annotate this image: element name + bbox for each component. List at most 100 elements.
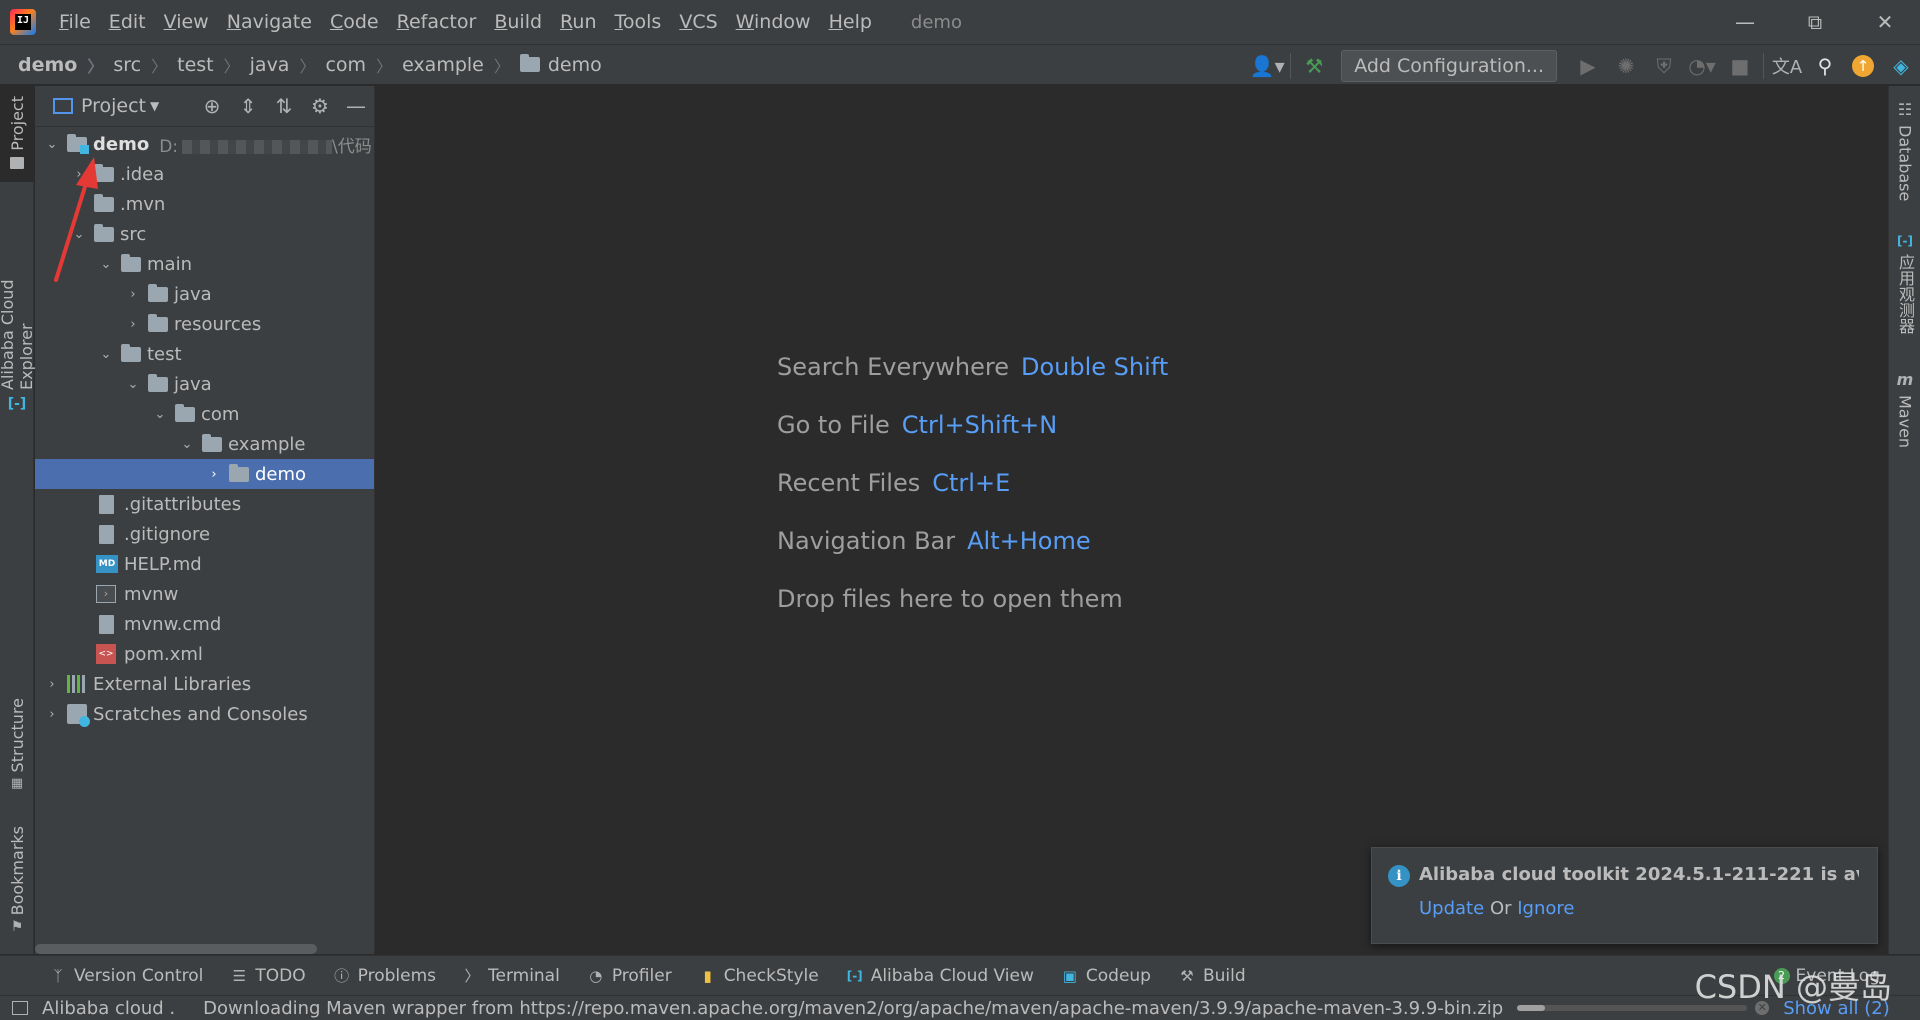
translate-icon[interactable]: 文A (1768, 45, 1806, 86)
hint-recent-files: Recent Files Ctrl+E (777, 468, 1168, 526)
tree-node-com[interactable]: ⌄ com (35, 399, 374, 429)
tab-alibaba-cloud-explorer[interactable]: Alibaba Cloud Explorer [-] (0, 212, 36, 412)
update-icon[interactable]: ↑ (1844, 45, 1882, 86)
minimize-button[interactable]: — (1710, 0, 1780, 44)
chevron-right-icon[interactable]: › (45, 707, 59, 722)
tool-codeup[interactable]: ▣ Codeup (1062, 966, 1151, 986)
tree-node-test-java[interactable]: ⌄ java (35, 369, 374, 399)
update-link[interactable]: Update (1419, 898, 1484, 919)
profile-icon[interactable]: ◔▾ (1683, 45, 1721, 86)
breadcrumb-example[interactable]: example 〉 (392, 53, 510, 77)
breadcrumb-com[interactable]: com 〉 (315, 53, 392, 77)
menu-window[interactable]: Window (727, 0, 820, 44)
chevron-down-icon[interactable]: ⌄ (99, 347, 113, 362)
tree-node-external-libraries[interactable]: › External Libraries (35, 669, 374, 699)
chevron-right-icon[interactable]: › (126, 317, 140, 332)
breadcrumb-test[interactable]: test 〉 (167, 53, 240, 77)
tool-todo[interactable]: ☰ TODO (231, 966, 306, 986)
debug-icon[interactable]: ✺ (1607, 45, 1645, 86)
chevron-right-icon[interactable]: › (126, 287, 140, 302)
redacted-path (182, 139, 333, 154)
tree-node-demo-package[interactable]: › demo (35, 459, 374, 489)
tree-node-pom-xml[interactable]: <> pom.xml (35, 639, 374, 669)
tab-app-observer[interactable]: [-] 应用观测器 (1889, 234, 1920, 334)
project-view-selector[interactable]: Project (81, 95, 146, 117)
hint-label: Recent Files (777, 469, 921, 497)
chevron-down-icon[interactable]: ⌄ (45, 137, 59, 152)
library-icon (67, 675, 87, 693)
tree-node-mvnw-cmd[interactable]: mvnw.cmd (35, 609, 374, 639)
tree-node-gitignore[interactable]: .gitignore (35, 519, 374, 549)
menu-help[interactable]: Help (820, 0, 881, 44)
collapse-all-icon[interactable]: ⇅ (266, 94, 302, 118)
tool-problems[interactable]: ⓘ Problems (334, 966, 436, 986)
horizontal-scrollbar[interactable] (35, 944, 317, 954)
menu-run[interactable]: Run (551, 0, 605, 44)
menu-tools[interactable]: Tools (606, 0, 671, 44)
tool-terminal[interactable]: 〉 Terminal (464, 965, 560, 986)
tree-node-help-md[interactable]: MD HELP.md (35, 549, 374, 579)
breadcrumb-demo-package[interactable]: demo (510, 54, 602, 76)
hide-panel-icon[interactable]: — (338, 94, 374, 118)
chevron-down-icon[interactable]: ⌄ (126, 377, 140, 392)
coverage-icon[interactable]: ⛨ (1645, 45, 1683, 86)
breadcrumb-java[interactable]: java 〉 (240, 53, 316, 77)
breadcrumb-src[interactable]: src 〉 (103, 53, 167, 77)
tree-node-test[interactable]: ⌄ test (35, 339, 374, 369)
codeup-icon: ▣ (1062, 966, 1077, 985)
search-icon[interactable]: ⚲ (1806, 45, 1844, 86)
tab-database[interactable]: ☷ Database (1889, 100, 1920, 201)
gear-icon[interactable]: ⚙ (302, 94, 338, 118)
tool-profiler[interactable]: ◔ Profiler (588, 966, 671, 986)
chevron-down-icon[interactable]: ⌄ (180, 437, 194, 452)
tool-alibaba-cloud-view[interactable]: [-] Alibaba Cloud View (847, 966, 1034, 986)
menu-file[interactable]: File (50, 0, 100, 44)
tree-node-mvnw[interactable]: › mvnw (35, 579, 374, 609)
editor-area[interactable]: Search Everywhere Double Shift Go to File… (376, 86, 1887, 954)
locate-file-icon[interactable]: ⊕ (194, 94, 230, 118)
tab-project[interactable]: Project (0, 86, 34, 182)
tool-label: Terminal (487, 965, 560, 986)
tab-maven[interactable]: m Maven (1889, 370, 1920, 448)
tool-checkstyle[interactable]: ▮ CheckStyle (700, 966, 819, 986)
chevron-down-icon[interactable]: ▼ (150, 99, 159, 113)
menu-vcs[interactable]: VCS (670, 0, 726, 44)
add-configuration-button[interactable]: Add Configuration... (1341, 49, 1557, 82)
run-icon[interactable]: ▶ (1569, 45, 1607, 86)
project-view-icon (53, 98, 73, 114)
menu-edit[interactable]: Edit (100, 0, 155, 44)
tree-node-resources[interactable]: › resources (35, 309, 374, 339)
chevron-right-icon[interactable]: › (45, 677, 59, 692)
folder-icon (121, 343, 141, 362)
code-with-me-icon[interactable]: ◈ (1882, 45, 1920, 86)
tab-bookmarks-label: Bookmarks (7, 826, 27, 916)
notification-actions: Update Or Ignore (1419, 898, 1574, 919)
restore-button[interactable]: ⧉ (1780, 0, 1850, 44)
menu-navigate[interactable]: Navigate (218, 0, 321, 44)
account-icon[interactable]: 👤▾ (1248, 45, 1286, 86)
chevron-right-icon[interactable]: › (207, 467, 221, 482)
tree-node-scratches[interactable]: › Scratches and Consoles (35, 699, 374, 729)
close-button[interactable]: ✕ (1850, 0, 1920, 44)
tree-node-label: .idea (120, 163, 165, 185)
breadcrumb-demo[interactable]: demo 〉 (0, 53, 103, 77)
background-task-label[interactable]: Alibaba cloud . (42, 998, 175, 1019)
menu-view[interactable]: View (155, 0, 218, 44)
tree-node-example[interactable]: ⌄ example (35, 429, 374, 459)
tree-node-label: com (201, 403, 240, 425)
tool-version-control[interactable]: ᛉ Version Control (50, 966, 203, 986)
chevron-down-icon[interactable]: ⌄ (153, 407, 167, 422)
tab-bookmarks[interactable]: Bookmarks ⚑ (0, 826, 34, 936)
ignore-link[interactable]: Ignore (1517, 898, 1574, 919)
menu-code[interactable]: Code (321, 0, 388, 44)
package-icon (229, 463, 249, 482)
menu-build[interactable]: Build (485, 0, 551, 44)
menu-refactor[interactable]: Refactor (388, 0, 486, 44)
tool-build[interactable]: ⚒ Build (1179, 966, 1245, 986)
stop-icon[interactable]: ■ (1721, 45, 1759, 86)
toggle-tool-windows-icon[interactable] (12, 1001, 28, 1015)
build-hammer-icon[interactable]: ⚒ (1295, 45, 1333, 86)
expand-all-icon[interactable]: ⇕ (230, 94, 266, 118)
tree-node-gitattributes[interactable]: .gitattributes (35, 489, 374, 519)
tab-structure[interactable]: Structure ▦ (0, 698, 34, 798)
